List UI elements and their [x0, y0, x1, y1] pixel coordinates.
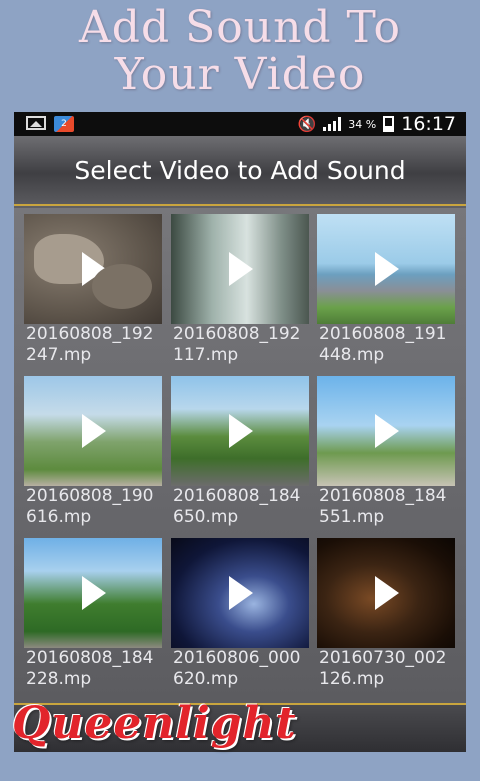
play-icon	[82, 576, 106, 610]
play-icon	[82, 252, 106, 286]
video-tile[interactable]: 20160808_184228.mp	[24, 538, 162, 694]
play-icon	[375, 576, 399, 610]
video-filename: 20160808_184650.mp	[173, 486, 301, 527]
video-tile[interactable]: 20160808_192117.mp	[171, 214, 309, 370]
video-thumbnail[interactable]	[317, 538, 455, 648]
video-filename: 20160806_000620.mp	[173, 648, 301, 689]
video-tile[interactable]: 20160808_184551.mp	[317, 376, 455, 532]
battery-percent: 34 %	[348, 117, 377, 131]
promo-title: Add Sound To Your Video	[0, 0, 480, 108]
video-tile[interactable]: 20160730_002126.mp	[317, 538, 455, 694]
play-icon	[375, 252, 399, 286]
app-icon: 2	[54, 116, 74, 132]
battery-icon	[383, 116, 395, 132]
video-thumbnail[interactable]	[24, 376, 162, 486]
play-icon	[229, 252, 253, 286]
clock: 16:17	[401, 113, 456, 135]
video-filename: 20160808_192117.mp	[173, 324, 301, 365]
video-filename: 20160808_192247.mp	[26, 324, 154, 365]
play-icon	[375, 414, 399, 448]
video-tile[interactable]: 20160808_191448.mp	[317, 214, 455, 370]
video-thumbnail[interactable]	[24, 538, 162, 648]
video-tile[interactable]: 20160806_000620.mp	[171, 538, 309, 694]
app-bar-title: Select Video to Add Sound	[14, 136, 466, 206]
video-filename: 20160730_002126.mp	[319, 648, 447, 689]
video-thumbnail[interactable]	[24, 214, 162, 324]
video-thumbnail[interactable]	[317, 214, 455, 324]
video-tile[interactable]: 20160808_192247.mp	[24, 214, 162, 370]
video-tile[interactable]: 20160808_184650.mp	[171, 376, 309, 532]
mute-icon: 🔇	[297, 115, 317, 133]
video-thumbnail[interactable]	[171, 538, 309, 648]
play-icon	[82, 414, 106, 448]
promo-title-line2: Your Video	[114, 49, 366, 100]
status-bar: 2 🔇 34 % 16:17	[14, 112, 466, 136]
image-icon	[26, 116, 46, 130]
promo-title-line1: Add Sound To	[79, 2, 401, 53]
video-thumbnail[interactable]	[317, 376, 455, 486]
brand-logo: Queenlight	[12, 698, 297, 749]
video-filename: 20160808_190616.mp	[26, 486, 154, 527]
play-icon	[229, 576, 253, 610]
video-tile[interactable]: 20160808_190616.mp	[24, 376, 162, 532]
phone-screen: 2 🔇 34 % 16:17 Select Video to Add Sound…	[14, 112, 466, 752]
video-thumbnail[interactable]	[171, 376, 309, 486]
video-filename: 20160808_184228.mp	[26, 648, 154, 689]
play-icon	[229, 414, 253, 448]
video-filename: 20160808_184551.mp	[319, 486, 447, 527]
video-filename: 20160808_191448.mp	[319, 324, 447, 365]
video-thumbnail[interactable]	[171, 214, 309, 324]
video-grid: 20160808_192247.mp 20160808_192117.mp 20…	[14, 208, 466, 703]
signal-icon	[323, 117, 342, 131]
